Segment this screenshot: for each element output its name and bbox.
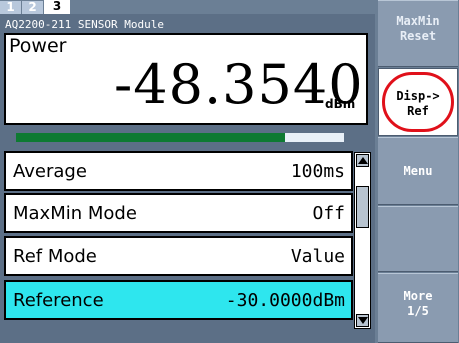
tab-1[interactable]: 1 bbox=[0, 1, 21, 14]
power-label: Power bbox=[9, 35, 67, 57]
module-title: AQ2200-211 SENSOR Module bbox=[5, 18, 164, 31]
softkey-line: Menu bbox=[403, 164, 433, 178]
tab-3[interactable]: 3 bbox=[44, 0, 70, 14]
setting-value: Value bbox=[290, 246, 345, 267]
power-unit: dBm bbox=[325, 97, 356, 111]
tab-bar: 1 2 3 bbox=[0, 0, 375, 14]
setting-average[interactable]: Average 100ms bbox=[4, 151, 353, 191]
setting-label: Reference bbox=[13, 290, 104, 311]
softkey-line: Disp-> bbox=[396, 89, 440, 103]
arrow-up-icon bbox=[358, 157, 368, 164]
level-bar-fill bbox=[16, 133, 285, 142]
blank-softkey[interactable] bbox=[378, 206, 458, 272]
menu-button[interactable]: Menu bbox=[378, 137, 458, 205]
scroll-thumb[interactable] bbox=[356, 186, 369, 228]
softkey-line: MaxMin bbox=[396, 14, 440, 28]
maxmin-reset-button[interactable]: MaxMin Reset bbox=[378, 0, 458, 67]
setting-label: Ref Mode bbox=[13, 246, 97, 267]
scrollbar[interactable] bbox=[354, 152, 371, 329]
setting-label: Average bbox=[13, 161, 87, 182]
softkey-panel: MaxMin Reset Disp-> Ref Menu More 1/5 bbox=[375, 0, 459, 343]
more-button[interactable]: More 1/5 bbox=[378, 273, 458, 343]
scroll-up-button[interactable] bbox=[356, 154, 369, 167]
setting-value: -30.0000dBm bbox=[225, 290, 345, 311]
tab-2[interactable]: 2 bbox=[22, 1, 43, 14]
power-display: Power -48.3540 dBm bbox=[4, 33, 368, 125]
softkey-line: Reset bbox=[399, 29, 437, 43]
sensor-module-screen: 1 2 3 AQ2200-211 SENSOR Module Power -48… bbox=[0, 0, 459, 343]
setting-maxmin-mode[interactable]: MaxMin Mode Off bbox=[4, 193, 353, 233]
setting-label: MaxMin Mode bbox=[13, 203, 137, 224]
level-bar bbox=[16, 133, 344, 142]
softkey-line: More bbox=[403, 289, 433, 303]
arrow-down-icon bbox=[358, 317, 368, 324]
setting-reference[interactable]: Reference -30.0000dBm bbox=[4, 280, 353, 320]
disp-ref-button[interactable]: Disp-> Ref bbox=[378, 68, 458, 136]
scroll-down-button[interactable] bbox=[356, 314, 369, 327]
setting-ref-mode[interactable]: Ref Mode Value bbox=[4, 236, 353, 276]
setting-value: Off bbox=[312, 203, 345, 224]
softkey-line: 1/5 bbox=[407, 304, 429, 318]
softkey-line: Ref bbox=[407, 104, 429, 118]
setting-value: 100ms bbox=[290, 161, 345, 182]
